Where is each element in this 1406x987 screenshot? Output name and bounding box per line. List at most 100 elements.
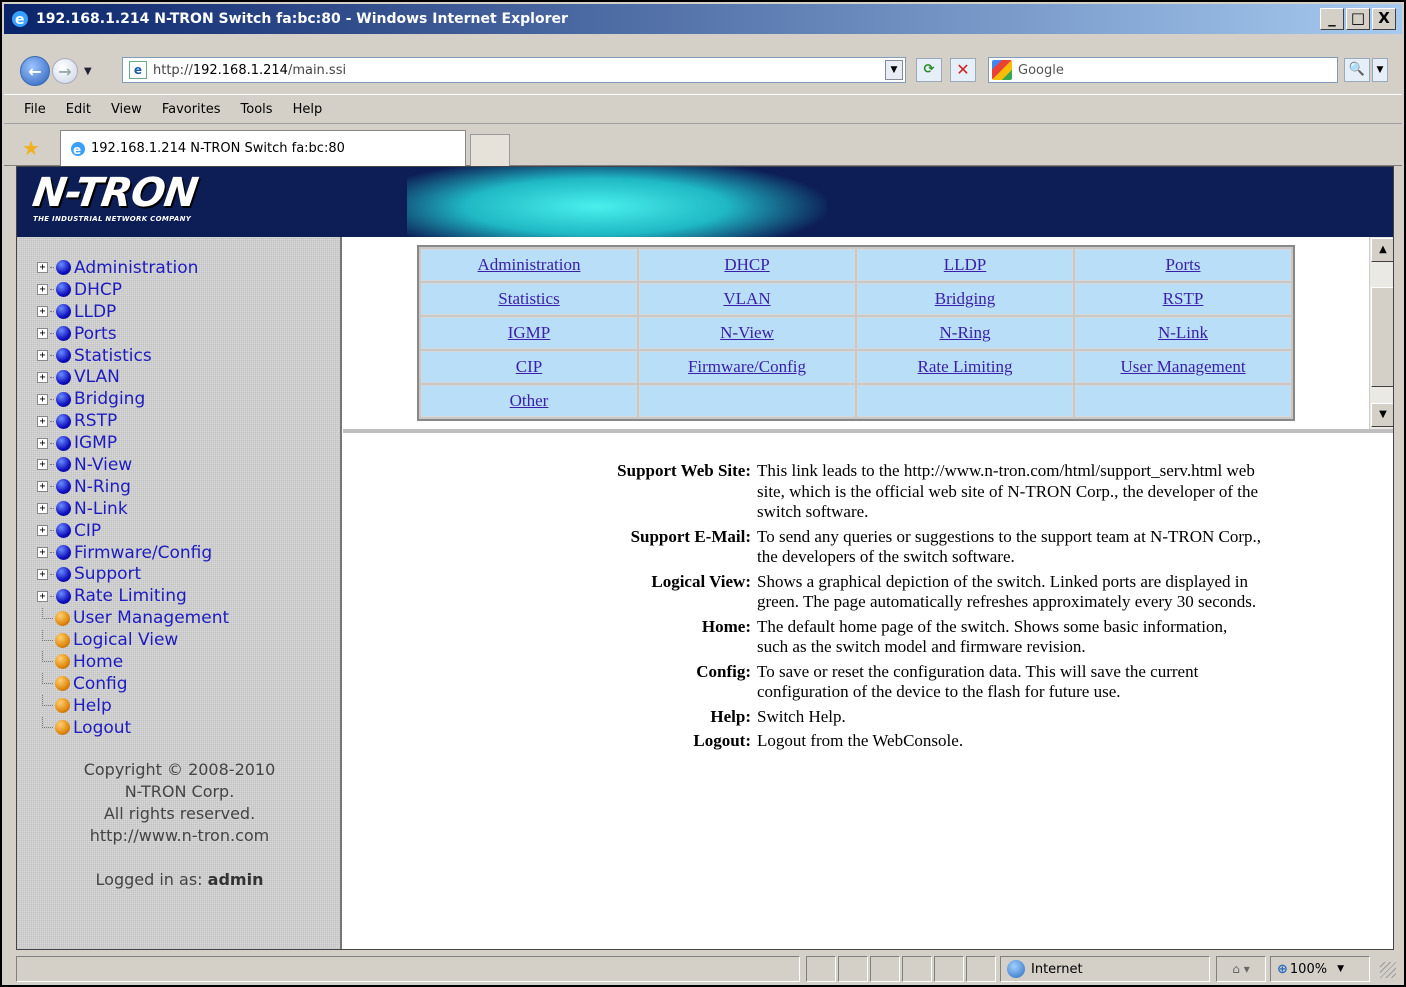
expand-icon[interactable]: + [37,568,48,580]
menu-tools[interactable]: Tools [241,102,273,117]
sidebar-item-label[interactable]: Bridging [74,389,145,409]
sidebar-item-logical-view[interactable]: Logical View [37,629,229,651]
favorites-star-icon[interactable]: ★ [22,136,40,160]
nav-link-vlan[interactable]: VLAN [723,289,770,308]
address-url[interactable]: http://192.168.1.214/main.ssi [153,63,346,78]
nav-table-cell[interactable]: Statistics [421,283,637,315]
sidebar-item-label[interactable]: LLDP [74,302,116,322]
expand-icon[interactable]: + [37,525,48,537]
sidebar-item-label[interactable]: Logical View [73,630,178,650]
nav-link-firmware-config[interactable]: Firmware/Config [688,357,806,376]
back-button[interactable]: ← [20,56,50,86]
nav-link-statistics[interactable]: Statistics [498,289,559,308]
sidebar-item-label[interactable]: N-Link [74,499,128,519]
nav-table-cell[interactable]: IGMP [421,317,637,349]
sidebar-item-label[interactable]: Logout [73,718,131,738]
nav-link-ports[interactable]: Ports [1166,255,1201,274]
nav-table-cell[interactable]: Other [421,385,637,417]
sidebar-item-support[interactable]: + Support [37,563,229,585]
expand-icon[interactable]: + [37,262,48,274]
sidebar-item-label[interactable]: RSTP [74,411,117,431]
sidebar-item-label[interactable]: Support [74,564,141,584]
nav-table-cell[interactable]: VLAN [639,283,855,315]
close-button[interactable]: X [1372,8,1396,30]
sidebar-item-label[interactable]: Config [73,674,128,694]
nav-table-cell[interactable]: CIP [421,351,637,383]
expand-icon[interactable]: + [37,590,48,602]
scroll-thumb[interactable] [1371,287,1393,387]
expand-icon[interactable]: + [37,547,48,559]
search-button[interactable]: 🔍 [1344,58,1370,82]
sidebar-item-label[interactable]: VLAN [74,367,120,387]
sidebar-item-rate-limiting[interactable]: + Rate Limiting [37,585,229,607]
expand-icon[interactable]: + [37,481,48,493]
nav-link-igmp[interactable]: IGMP [508,323,551,342]
sidebar-item-logout[interactable]: Logout [37,717,229,739]
sidebar-item-vlan[interactable]: + VLAN [37,366,229,388]
vertical-scrollbar[interactable]: ▲ ▼ [1369,237,1393,429]
nav-link-cip[interactable]: CIP [516,357,542,376]
expand-icon[interactable]: + [37,503,48,515]
sidebar-item-home[interactable]: Home [37,651,229,673]
expand-icon[interactable]: + [37,437,48,449]
sidebar-item-ports[interactable]: + Ports [37,323,229,345]
nav-table-cell[interactable]: LLDP [857,249,1073,281]
sidebar-item-help[interactable]: Help [37,695,229,717]
sidebar-item-bridging[interactable]: + Bridging [37,388,229,410]
nav-table-cell[interactable]: Ports [1075,249,1291,281]
nav-table-cell[interactable]: Rate Limiting [857,351,1073,383]
sidebar-item-label[interactable]: Firmware/Config [74,543,212,563]
expand-icon[interactable]: + [37,415,48,427]
sidebar-item-label[interactable]: Administration [74,258,198,278]
sidebar-item-label[interactable]: Statistics [74,346,152,366]
nav-table-cell[interactable]: Administration [421,249,637,281]
nav-table-cell[interactable]: N-Ring [857,317,1073,349]
sidebar-item-label[interactable]: N-Ring [74,477,131,497]
history-dropdown-icon[interactable]: ▼ [84,66,92,77]
sidebar-item-rstp[interactable]: + RSTP [37,410,229,432]
protected-mode-icon[interactable]: ⌂ ▾ [1216,956,1266,982]
sidebar-item-n-view[interactable]: + N-View [37,454,229,476]
sidebar-item-config[interactable]: Config [37,673,229,695]
expand-icon[interactable]: + [37,306,48,318]
search-options-icon[interactable]: ▼ [1372,58,1388,82]
nav-link-user-management[interactable]: User Management [1120,357,1245,376]
sidebar-item-label[interactable]: Ports [74,324,117,344]
sidebar-item-dhcp[interactable]: + DHCP [37,279,229,301]
sidebar-item-administration[interactable]: + Administration [37,257,229,279]
menu-view[interactable]: View [111,102,142,117]
sidebar-item-label[interactable]: DHCP [74,280,122,300]
sidebar-item-label[interactable]: N-View [74,455,132,475]
nav-link-lldp[interactable]: LLDP [944,255,987,274]
nav-link-rstp[interactable]: RSTP [1163,289,1204,308]
refresh-button[interactable]: ⟳ [916,58,942,82]
sidebar-item-statistics[interactable]: + Statistics [37,345,229,367]
sidebar-item-n-link[interactable]: + N-Link [37,498,229,520]
sidebar-item-firmware-config[interactable]: + Firmware/Config [37,542,229,564]
nav-table-cell[interactable]: Firmware/Config [639,351,855,383]
expand-icon[interactable]: + [37,284,48,296]
sidebar-item-label[interactable]: Home [73,652,123,672]
resize-grip-icon[interactable] [1380,962,1396,978]
zoom-dropdown-icon[interactable]: ▼ [1337,964,1344,974]
nav-table-cell[interactable]: User Management [1075,351,1291,383]
forward-button[interactable]: → [52,58,78,84]
expand-icon[interactable]: + [37,328,48,340]
maximize-button[interactable]: □ [1346,8,1370,30]
sidebar-item-cip[interactable]: + CIP [37,520,229,542]
menu-help[interactable]: Help [293,102,323,117]
scroll-up-icon[interactable]: ▲ [1371,238,1393,262]
zoom-control[interactable]: ⊕ 100% ▼ [1270,956,1370,982]
nav-link-n-view[interactable]: N-View [720,323,774,342]
sidebar-item-label[interactable]: Help [73,696,112,716]
expand-icon[interactable]: + [37,459,48,471]
nav-link-rate-limiting[interactable]: Rate Limiting [918,357,1013,376]
nav-link-n-link[interactable]: N-Link [1158,323,1208,342]
sidebar-item-label[interactable]: Rate Limiting [74,586,187,606]
expand-icon[interactable]: + [37,393,48,405]
stop-button[interactable]: ✕ [950,58,976,82]
sidebar-item-igmp[interactable]: + IGMP [37,432,229,454]
expand-icon[interactable]: + [37,371,48,383]
nav-table-cell[interactable]: N-Link [1075,317,1291,349]
nav-link-dhcp[interactable]: DHCP [724,255,769,274]
